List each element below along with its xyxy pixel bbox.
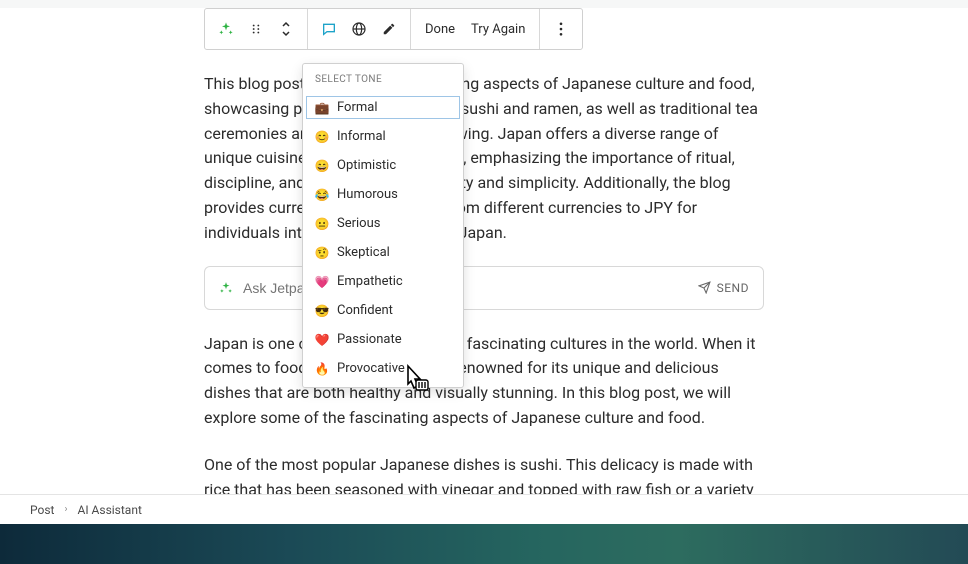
ask-jetpack-box: SEND (204, 266, 764, 310)
block-toolbar: Done Try Again (204, 8, 583, 50)
content-wrap: Done Try Again SELECT TONE 💼 Formal 😊 Infor… (194, 8, 774, 552)
done-button[interactable]: Done (417, 14, 463, 44)
tone-option-humorous[interactable]: 😂 Humorous (303, 180, 463, 209)
tone-emoji-icon: 😐 (315, 217, 329, 231)
tone-option-label: Formal (337, 100, 378, 115)
tone-dropdown: SELECT TONE 💼 Formal 😊 Informal 😄 Optimistic 😂… (302, 63, 464, 388)
tone-emoji-icon: 🤨 (315, 246, 329, 260)
tone-option-label: Skeptical (337, 245, 390, 260)
tone-option-label: Confident (337, 303, 393, 318)
tone-option-provocative[interactable]: 🔥 Provocative (303, 354, 463, 383)
breadcrumb-current[interactable]: AI Assistant (77, 503, 141, 517)
tone-emoji-icon: 💗 (315, 275, 329, 289)
ai-sparkle-icon[interactable] (211, 14, 241, 44)
tone-option-optimistic[interactable]: 😄 Optimistic (303, 151, 463, 180)
tone-option-label: Provocative (337, 361, 405, 376)
tone-option-label: Empathetic (337, 274, 403, 289)
tone-emoji-icon: 😊 (315, 130, 329, 144)
dropdown-header: SELECT TONE (303, 64, 463, 93)
tone-option-informal[interactable]: 😊 Informal (303, 122, 463, 151)
tone-emoji-icon: ❤️ (315, 333, 329, 347)
globe-icon[interactable] (344, 14, 374, 44)
ai-sparkle-icon (219, 281, 233, 295)
tone-emoji-icon: 😎 (315, 304, 329, 318)
tone-emoji-icon: 💼 (315, 101, 329, 115)
tone-option-passionate[interactable]: ❤️ Passionate (303, 325, 463, 354)
tone-emoji-icon: 😄 (315, 159, 329, 173)
send-icon (698, 281, 711, 294)
drag-handle-icon[interactable] (241, 14, 271, 44)
chat-icon[interactable] (314, 14, 344, 44)
breadcrumb-root[interactable]: Post (30, 503, 54, 517)
editor-area: Done Try Again SELECT TONE 💼 Formal 😊 Infor… (0, 8, 968, 524)
tone-emoji-icon: 🔥 (315, 362, 329, 376)
tone-option-label: Humorous (337, 187, 398, 202)
tone-option-formal[interactable]: 💼 Formal (303, 93, 463, 122)
pencil-icon[interactable] (374, 14, 404, 44)
chevron-right-icon: › (64, 504, 67, 515)
bottom-decoration (0, 524, 968, 564)
tone-option-label: Informal (337, 129, 386, 144)
send-label: SEND (717, 281, 749, 295)
try-again-button[interactable]: Try Again (463, 14, 533, 44)
tone-option-skeptical[interactable]: 🤨 Skeptical (303, 238, 463, 267)
tone-emoji-icon: 😂 (315, 188, 329, 202)
move-updown-icon[interactable] (271, 14, 301, 44)
summary-paragraph: This blog post explores the fascinating … (194, 72, 774, 246)
tone-option-empathetic[interactable]: 💗 Empathetic (303, 267, 463, 296)
tone-option-label: Passionate (337, 332, 402, 347)
tone-option-confident[interactable]: 😎 Confident (303, 296, 463, 325)
body-paragraph-1[interactable]: Japan is one of the most unique and fasc… (194, 332, 774, 431)
send-button[interactable]: SEND (698, 281, 749, 295)
tone-option-label: Optimistic (337, 158, 396, 173)
tone-option-label: Serious (337, 216, 380, 231)
breadcrumb: Post › AI Assistant (0, 494, 968, 524)
tone-option-serious[interactable]: 😐 Serious (303, 209, 463, 238)
more-options-icon[interactable] (546, 14, 576, 44)
